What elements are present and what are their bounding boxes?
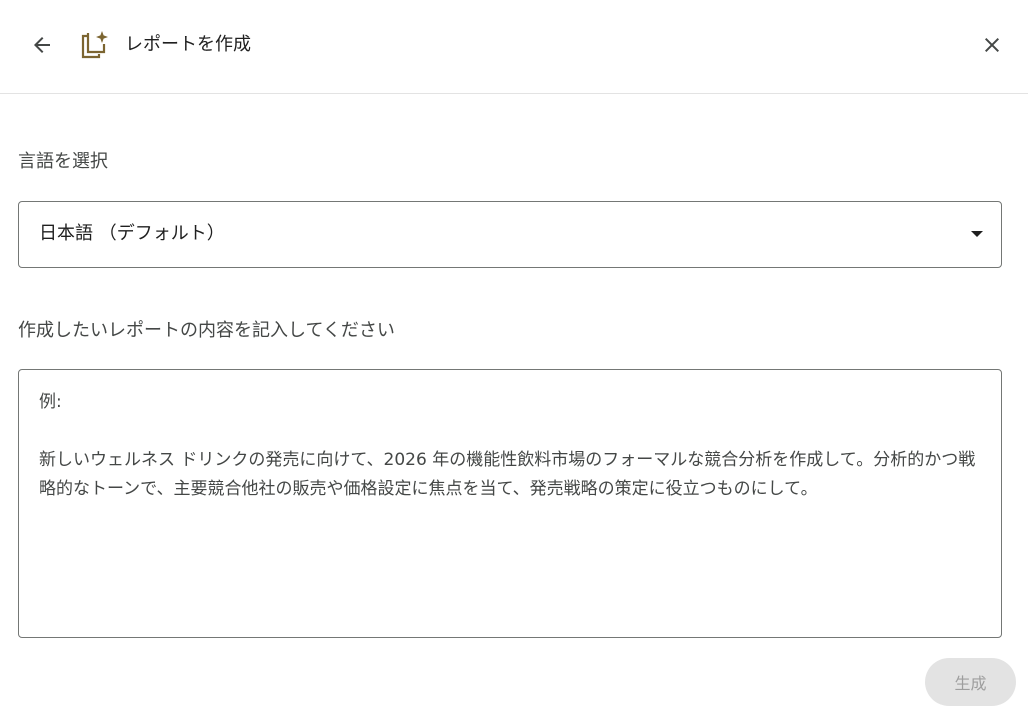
generate-button[interactable]: 生成 — [925, 658, 1016, 706]
dialog-title: レポートを作成 — [125, 34, 251, 55]
content-section-label: 作成したいレポートの内容を記入してください — [18, 320, 395, 341]
language-select[interactable]: 日本語 （デフォルト） — [18, 201, 1002, 268]
report-sparkle-icon — [81, 31, 108, 59]
language-selected-value: 日本語 （デフォルト） — [39, 223, 225, 244]
arrow-back-icon — [34, 37, 50, 53]
close-icon — [985, 38, 999, 52]
language-section-label: 言語を選択 — [18, 151, 108, 172]
close-button[interactable] — [974, 27, 1010, 63]
dropdown-arrow-icon — [971, 231, 983, 237]
report-content-input[interactable] — [18, 369, 1002, 638]
dialog-header: レポートを作成 — [0, 0, 1028, 94]
back-button[interactable] — [24, 27, 60, 63]
